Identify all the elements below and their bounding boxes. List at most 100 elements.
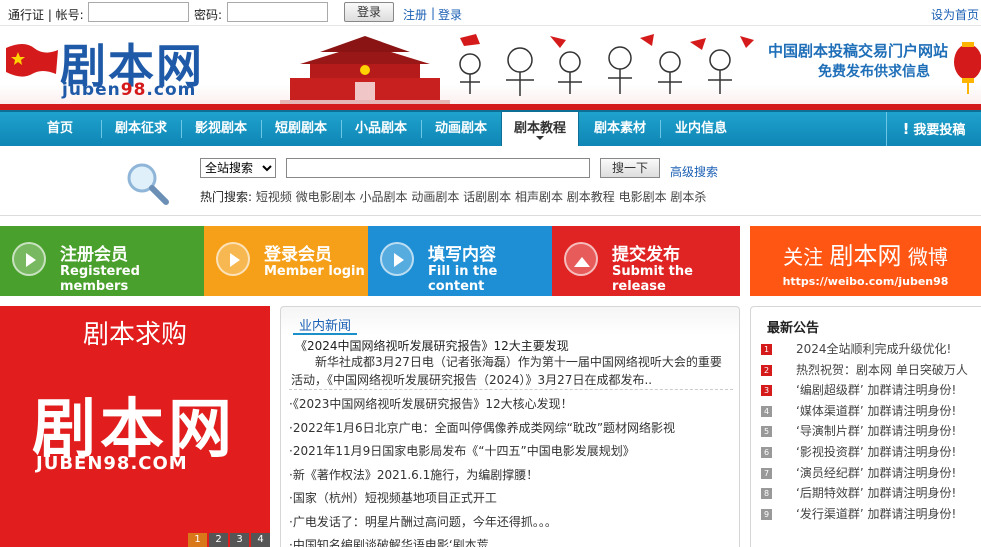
rank-badge: 6	[761, 446, 772, 458]
set-homepage-link[interactable]: 设为首页	[931, 6, 979, 23]
password-input[interactable]	[227, 2, 328, 22]
ad-page-4[interactable]: 4	[251, 533, 270, 547]
news-item[interactable]: ·《2023中国网络视听发展研究报告》12大核心发现！	[289, 393, 733, 417]
account-input[interactable]	[88, 2, 189, 22]
advanced-search-link[interactable]: 高级搜索	[670, 163, 718, 180]
hot-search-terms[interactable]: 短视频 微电影剧本 小品剧本 动画剧本 话剧剧本 相声剧本 剧本教程 电影剧本 …	[256, 190, 707, 204]
ad-slide-pager: 1234	[186, 531, 270, 547]
weibo-name: 剧本网	[829, 242, 902, 270]
step-title: 登录会员	[264, 245, 332, 265]
search-bar: 全站搜索 搜一下 高级搜索 热门搜索: 短视频 微电影剧本 小品剧本 动画剧本 …	[0, 146, 981, 216]
news-item[interactable]: ·中国知名编剧谈破解华语电影‘剧本荒	[289, 534, 733, 547]
cartoon-figures-illustration	[459, 34, 754, 96]
ad-page-3[interactable]: 3	[230, 533, 249, 547]
news-summary: 新华社成都3月27日电（记者张海磊）作为第十一届中国网络视听大会的重要活动，《中…	[291, 355, 722, 387]
step-subtitle: Member login	[264, 264, 365, 279]
arrow-up-icon	[564, 242, 598, 276]
tab-industry-news[interactable]: 业内新闻	[293, 315, 358, 335]
announcement-text: ‘发行渠道群’ 加群请注明身份!	[796, 506, 957, 521]
news-divider	[289, 389, 733, 390]
announcements-panel: 最新公告 1 2024全站顺利完成升级优化! 2 热烈祝贺：剧本网 单日突破万人 3…	[750, 306, 981, 547]
news-item[interactable]: ·新《著作权法》2021.6.1施行，为编剧撑腰！	[289, 464, 733, 488]
announcement-item[interactable]: 1 2024全站顺利完成升级优化!	[761, 339, 981, 360]
announcement-item[interactable]: 8 ‘后期特效群’ 加群请注明身份!	[761, 483, 981, 504]
weibo-heading: 关注 剧本网 微博	[750, 236, 981, 271]
arrow-right-icon	[216, 242, 250, 276]
step-title: 注册会员	[60, 245, 128, 265]
rank-badge: 9	[761, 508, 772, 520]
nav-script-tutorials[interactable]: 剧本教程	[501, 112, 579, 146]
rank-badge: 4	[761, 405, 772, 417]
step-submit[interactable]: 提交发布 Submit the release	[552, 226, 740, 296]
red-flag-icon	[6, 44, 58, 77]
rank-badge: 3	[761, 385, 772, 397]
step-login[interactable]: 登录会员 Member login	[204, 226, 368, 296]
weibo-suffix: 微博	[907, 245, 948, 269]
nav-sketch-scripts[interactable]: 小品剧本	[342, 112, 420, 146]
rank-badge: 8	[761, 488, 772, 500]
announcement-item[interactable]: 9 ‘发行渠道群’ 加群请注明身份!	[761, 504, 981, 525]
step-subtitle: Registered members	[60, 264, 140, 294]
hot-searches: 热门搜索: 短视频 微电影剧本 小品剧本 动画剧本 话剧剧本 相声剧本 剧本教程…	[200, 188, 706, 205]
announcement-item[interactable]: 4 ‘媒体渠道群’ 加群请注明身份!	[761, 401, 981, 422]
rank-badge: 1	[761, 344, 772, 355]
announcement-text: ‘演员经纪群’ 加群请注明身份!	[796, 465, 957, 480]
news-item[interactable]: ·2021年11月9日国家电影局发布《“十四五”中国电影发展规划》	[289, 440, 733, 464]
announcement-text: ‘导演制片群’ 加群请注明身份!	[796, 424, 957, 439]
announcement-item[interactable]: 7 ‘演员经纪群’ 加群请注明身份!	[761, 463, 981, 484]
ad-url: JUBEN98.COM	[36, 453, 188, 474]
nav-home[interactable]: 首页	[20, 112, 100, 146]
ad-page-1[interactable]: 1	[188, 533, 207, 547]
nav-film-scripts[interactable]: 影视剧本	[182, 112, 260, 146]
slogan-primary: 中国剧本投稿交易门户网站	[768, 42, 949, 60]
step-fill-content[interactable]: 填写内容 Fill in the content	[368, 226, 552, 296]
slogan-secondary: 免费发布供求信息	[818, 64, 930, 80]
news-item[interactable]: ·广电发话了：明星片酬过高问题，今年还得抓。。。	[289, 511, 733, 535]
weibo-follow-word: 关注	[783, 245, 824, 269]
login-link[interactable]: 登录	[438, 6, 462, 23]
weibo-follow-banner[interactable]: 关注 剧本网 微博 https://weibo.com/juben98	[750, 226, 981, 296]
rank-badge: 2	[761, 364, 772, 376]
top-login-bar: 通行证 | 帐号: 密码: 登录 注册 | 登录 设为首页	[0, 0, 981, 26]
ad-page-2[interactable]: 2	[209, 533, 228, 547]
site-header: 剧本网 juben98.com 中国剧本投稿交易门户网站 免费发布供求信息	[0, 26, 981, 110]
domain-suffix: .com	[146, 80, 197, 100]
search-input[interactable]	[286, 158, 590, 178]
nav-animation-scripts[interactable]: 动画剧本	[422, 112, 500, 146]
magnifier-icon	[127, 163, 169, 205]
login-button[interactable]: 登录	[344, 2, 394, 22]
news-headline[interactable]: 《2024中国网络视听发展研究报告》12大主要发现	[295, 337, 569, 354]
search-button[interactable]: 搜一下	[600, 158, 660, 178]
hot-search-label: 热门搜索:	[200, 190, 253, 204]
announcements-list: 1 2024全站顺利完成升级优化! 2 热烈祝贺：剧本网 单日突破万人 3 ‘编剧超级…	[761, 339, 981, 524]
arrow-right-icon	[12, 242, 46, 276]
exclamation-icon: !	[902, 120, 910, 138]
announcement-text: 2024全站顺利完成升级优化!	[796, 342, 952, 356]
industry-news-panel: 业内新闻 《2024中国网络视听发展研究报告》12大主要发现 新华社成都3月27…	[280, 306, 740, 547]
lantern-icon	[954, 42, 981, 94]
step-register[interactable]: 注册会员 Registered members	[0, 226, 204, 296]
news-item[interactable]: ·国家（杭州）短视频基地项目正式开工	[289, 487, 733, 511]
news-item[interactable]: ·2022年1月6日北京广电：全面叫停偶像养成类网综“耽改”题材网络影视	[289, 417, 733, 441]
announcements-title: 最新公告	[767, 321, 820, 336]
announcement-item[interactable]: 5 ‘导演制片群’ 加群请注明身份!	[761, 421, 981, 442]
submit-script-button[interactable]: ! 我要投稿	[886, 112, 981, 146]
announcement-item[interactable]: 2 热烈祝贺：剧本网 单日突破万人	[761, 360, 981, 381]
search-scope-select[interactable]: 全站搜索	[200, 158, 276, 178]
nav-script-materials[interactable]: 剧本素材	[580, 112, 660, 146]
register-link[interactable]: 注册	[403, 6, 427, 23]
nav-script-wanted[interactable]: 剧本征求	[102, 112, 180, 146]
announcement-text: ‘媒体渠道群’ 加群请注明身份!	[796, 403, 957, 418]
announcement-text: ‘后期特效群’ 加群请注明身份!	[796, 486, 957, 501]
submit-script-label: 我要投稿	[913, 123, 966, 138]
announcement-text: ‘影视投资群’ 加群请注明身份!	[796, 444, 957, 459]
script-purchase-ad[interactable]: 剧本求购 剧本网 JUBEN98.COM	[0, 306, 270, 547]
domain-prefix: juben	[62, 80, 121, 100]
account-label: 通行证 | 帐号:	[8, 8, 84, 22]
announcement-item[interactable]: 3 ‘编剧超级群’ 加群请注明身份!	[761, 380, 981, 401]
announcement-item[interactable]: 6 ‘影视投资群’ 加群请注明身份!	[761, 442, 981, 463]
nav-short-drama[interactable]: 短剧剧本	[262, 112, 340, 146]
weibo-url: https://weibo.com/juben98	[782, 275, 949, 288]
ad-title: 剧本求购	[82, 320, 187, 350]
nav-industry-info[interactable]: 业内信息	[661, 112, 741, 146]
